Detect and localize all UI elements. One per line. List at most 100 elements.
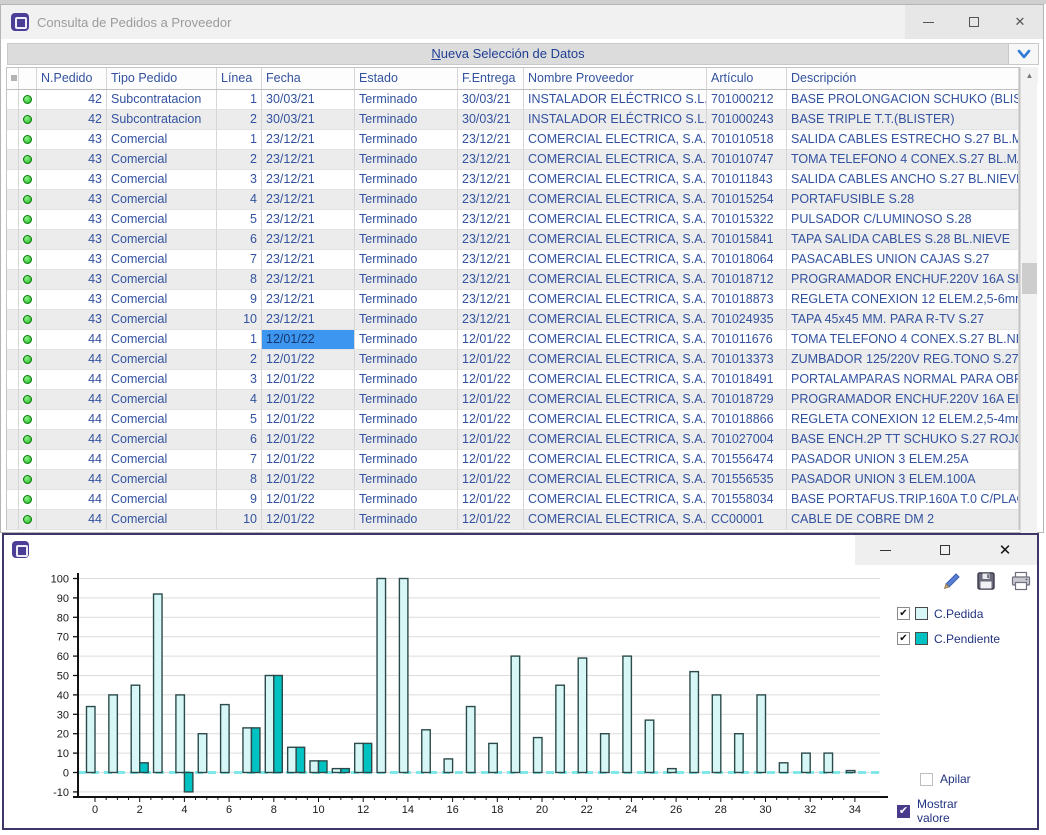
- cell-pedido[interactable]: 44: [37, 410, 107, 430]
- table-row[interactable]: 43Comercial123/12/21Terminado23/12/21COM…: [7, 130, 1019, 150]
- cell-tipo[interactable]: Comercial: [107, 350, 217, 370]
- column-header[interactable]: F.Entrega: [458, 68, 524, 89]
- cell-entrega[interactable]: 12/01/22: [458, 450, 524, 470]
- cell-articulo[interactable]: 701018873: [707, 290, 787, 310]
- cell-fecha[interactable]: 12/01/22: [262, 410, 355, 430]
- cell-articulo[interactable]: 701018729: [707, 390, 787, 410]
- row-selector-cell[interactable]: [7, 330, 19, 350]
- cell-pedido[interactable]: 43: [37, 270, 107, 290]
- cell-descripcion[interactable]: PASACABLES UNION CAJAS S.27: [787, 250, 1019, 270]
- option-checkbox[interactable]: [920, 773, 933, 786]
- table-row[interactable]: 43Comercial623/12/21Terminado23/12/21COM…: [7, 230, 1019, 250]
- cell-tipo[interactable]: Comercial: [107, 270, 217, 290]
- cell-entrega[interactable]: 12/01/22: [458, 510, 524, 530]
- cell-articulo[interactable]: 701018491: [707, 370, 787, 390]
- row-selector-cell[interactable]: [7, 250, 19, 270]
- row-selector-cell[interactable]: [7, 510, 19, 530]
- cell-fecha[interactable]: 23/12/21: [262, 210, 355, 230]
- row-selector-cell[interactable]: [7, 170, 19, 190]
- cell-estado[interactable]: Terminado: [355, 110, 458, 130]
- cell-articulo[interactable]: 701000212: [707, 90, 787, 110]
- cell-proveedor[interactable]: COMERCIAL ELECTRICA, S.A.: [524, 210, 707, 230]
- cell-descripcion[interactable]: PORTALAMPARAS NORMAL PARA OBRAS: [787, 370, 1019, 390]
- legend-checkbox[interactable]: ✔: [897, 607, 910, 620]
- row-selector-cell[interactable]: [7, 110, 19, 130]
- cell-descripcion[interactable]: TAPA 45x45 MM. PARA R-TV S.27: [787, 310, 1019, 330]
- cell-pedido[interactable]: 44: [37, 510, 107, 530]
- cell-estado[interactable]: Terminado: [355, 490, 458, 510]
- row-selector-cell[interactable]: [7, 150, 19, 170]
- cell-descripcion[interactable]: PROGRAMADOR ENCHUF.220V 16A SINC: [787, 270, 1019, 290]
- cell-proveedor[interactable]: COMERCIAL ELECTRICA, S.A.: [524, 150, 707, 170]
- cell-articulo[interactable]: 701011843: [707, 170, 787, 190]
- cell-linea[interactable]: 7: [217, 450, 262, 470]
- cell-tipo[interactable]: Comercial: [107, 470, 217, 490]
- cell-pedido[interactable]: 44: [37, 390, 107, 410]
- cell-linea[interactable]: 6: [217, 430, 262, 450]
- cell-linea[interactable]: 10: [217, 310, 262, 330]
- cell-articulo[interactable]: 701013373: [707, 350, 787, 370]
- cell-tipo[interactable]: Subcontratacion: [107, 110, 217, 130]
- cell-fecha[interactable]: 23/12/21: [262, 270, 355, 290]
- column-header[interactable]: [19, 68, 37, 89]
- cell-tipo[interactable]: Comercial: [107, 330, 217, 350]
- cell-articulo[interactable]: 701558034: [707, 490, 787, 510]
- table-row[interactable]: 43Comercial923/12/21Terminado23/12/21COM…: [7, 290, 1019, 310]
- row-selector-cell[interactable]: [7, 390, 19, 410]
- cell-entrega[interactable]: 23/12/21: [458, 170, 524, 190]
- table-row[interactable]: 44Comercial212/01/22Terminado12/01/22COM…: [7, 350, 1019, 370]
- table-row[interactable]: 43Comercial523/12/21Terminado23/12/21COM…: [7, 210, 1019, 230]
- cell-proveedor[interactable]: COMERCIAL ELECTRICA, S.A.: [524, 350, 707, 370]
- cell-pedido[interactable]: 44: [37, 450, 107, 470]
- cell-estado[interactable]: Terminado: [355, 390, 458, 410]
- cell-entrega[interactable]: 12/01/22: [458, 410, 524, 430]
- cell-fecha[interactable]: 30/03/21: [262, 90, 355, 110]
- cell-descripcion[interactable]: CABLE DE COBRE DM 2: [787, 510, 1019, 530]
- cell-articulo[interactable]: 701027004: [707, 430, 787, 450]
- cell-descripcion[interactable]: BASE PORTAFUS.TRIP.160A T.0 C/PLACA S: [787, 490, 1019, 510]
- cell-tipo[interactable]: Comercial: [107, 410, 217, 430]
- cell-fecha[interactable]: 23/12/21: [262, 170, 355, 190]
- cell-linea[interactable]: 8: [217, 470, 262, 490]
- table-row[interactable]: 44Comercial512/01/22Terminado12/01/22COM…: [7, 410, 1019, 430]
- cell-descripcion[interactable]: BASE ENCH.2P TT SCHUKO S.27 ROJO: [787, 430, 1019, 450]
- cell-proveedor[interactable]: COMERCIAL ELECTRICA, S.A.: [524, 310, 707, 330]
- cell-descripcion[interactable]: SALIDA CABLES ESTRECHO S.27 BL.MAR: [787, 130, 1019, 150]
- cell-tipo[interactable]: Comercial: [107, 170, 217, 190]
- cell-pedido[interactable]: 43: [37, 190, 107, 210]
- cell-fecha[interactable]: 23/12/21: [262, 290, 355, 310]
- cell-tipo[interactable]: Comercial: [107, 390, 217, 410]
- cell-tipo[interactable]: Comercial: [107, 310, 217, 330]
- cell-entrega[interactable]: 30/03/21: [458, 90, 524, 110]
- cell-tipo[interactable]: Comercial: [107, 510, 217, 530]
- cell-linea[interactable]: 9: [217, 490, 262, 510]
- cell-articulo[interactable]: 701000243: [707, 110, 787, 130]
- cell-fecha[interactable]: 12/01/22: [262, 450, 355, 470]
- cell-proveedor[interactable]: INSTALADOR ELÉCTRICO S.L.: [524, 110, 707, 130]
- cell-entrega[interactable]: 23/12/21: [458, 310, 524, 330]
- cell-articulo[interactable]: 701010747: [707, 150, 787, 170]
- new-data-selection-button[interactable]: Nueva Selección de Datos: [8, 44, 1008, 64]
- cell-entrega[interactable]: 23/12/21: [458, 230, 524, 250]
- scroll-up-button[interactable]: ▲: [1021, 67, 1038, 84]
- cell-estado[interactable]: Terminado: [355, 190, 458, 210]
- cell-articulo[interactable]: 701024935: [707, 310, 787, 330]
- vertical-scrollbar[interactable]: ▲: [1020, 67, 1037, 534]
- column-header[interactable]: Línea: [217, 68, 262, 89]
- cell-linea[interactable]: 2: [217, 110, 262, 130]
- row-selector-cell[interactable]: [7, 350, 19, 370]
- row-selector-cell[interactable]: [7, 410, 19, 430]
- cell-estado[interactable]: Terminado: [355, 150, 458, 170]
- row-selector-cell[interactable]: [7, 310, 19, 330]
- cell-tipo[interactable]: Comercial: [107, 190, 217, 210]
- column-header[interactable]: Descripción: [787, 68, 1019, 89]
- cell-estado[interactable]: Terminado: [355, 350, 458, 370]
- cell-tipo[interactable]: Comercial: [107, 370, 217, 390]
- column-header[interactable]: Tipo Pedido: [107, 68, 217, 89]
- cell-descripcion[interactable]: BASE PROLONGACION SCHUKO (BLISTE: [787, 90, 1019, 110]
- table-row[interactable]: 44Comercial812/01/22Terminado12/01/22COM…: [7, 470, 1019, 490]
- cell-tipo[interactable]: Comercial: [107, 210, 217, 230]
- cell-estado[interactable]: Terminado: [355, 310, 458, 330]
- cell-proveedor[interactable]: COMERCIAL ELECTRICA, S.A.: [524, 430, 707, 450]
- cell-proveedor[interactable]: COMERCIAL ELECTRICA, S.A.: [524, 410, 707, 430]
